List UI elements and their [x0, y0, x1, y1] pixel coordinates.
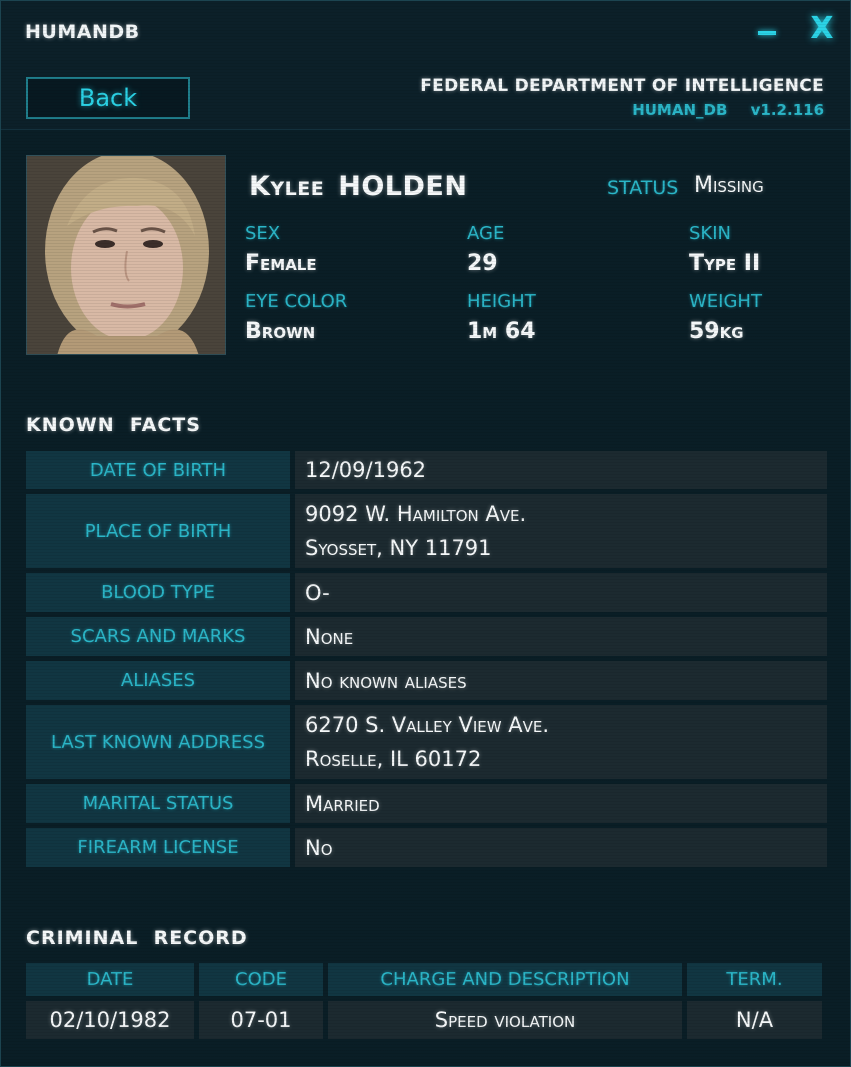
fact-value: 6270 S. Valley View Ave. Roselle, IL 601…: [295, 705, 827, 779]
fact-key: ALIASES: [26, 661, 290, 700]
fact-value: 12/09/1962: [295, 451, 827, 489]
db-name: HUMAN_DB: [632, 101, 728, 119]
fact-value-line: 6270 S. Valley View Ave.: [305, 713, 550, 737]
table-row: 02/10/1982 07-01 Speed violation N/A: [26, 1001, 827, 1039]
fact-value: No known aliases: [295, 661, 827, 700]
column-header-date: DATE: [26, 963, 194, 996]
record-date: 02/10/1982: [26, 1001, 194, 1039]
fact-value-line: Syosset, NY 11791: [305, 536, 492, 560]
weight-label: WEIGHT: [689, 291, 762, 312]
fact-value: O-: [295, 573, 827, 612]
column-header-term: TERM.: [687, 963, 822, 996]
fact-row: SCARS AND MARKS None: [26, 617, 827, 656]
fact-value-line: O-: [305, 580, 330, 605]
sex-label: SEX: [245, 223, 281, 244]
fact-row: LAST KNOWN ADDRESS 6270 S. Valley View A…: [26, 705, 827, 779]
skin-value: Type II: [689, 251, 761, 276]
fact-value-line: None: [305, 624, 354, 649]
column-header-code: CODE: [199, 963, 323, 996]
fact-row: PLACE OF BIRTH 9092 W. Hamilton Ave. Syo…: [26, 494, 827, 568]
person-name: Kylee HOLDEN: [249, 171, 467, 202]
fact-value: Married: [295, 784, 827, 823]
close-icon[interactable]: X: [807, 11, 837, 47]
back-button[interactable]: Back: [26, 77, 190, 119]
fact-value-line: 9092 W. Hamilton Ave.: [305, 502, 527, 526]
column-header-charge: CHARGE AND DESCRIPTION: [328, 963, 682, 996]
fact-row: MARITAL STATUS Married: [26, 784, 827, 823]
fact-value: 9092 W. Hamilton Ave. Syosset, NY 11791: [295, 494, 827, 568]
minimize-icon[interactable]: [756, 16, 778, 46]
fact-value-line: Married: [305, 791, 380, 816]
fact-value-line: No known aliases: [305, 668, 467, 693]
fact-row: BLOOD TYPE O-: [26, 573, 827, 612]
fact-value-line: 12/09/1962: [305, 458, 427, 482]
known-facts-table: DATE OF BIRTH 12/09/1962 PLACE OF BIRTH …: [26, 451, 827, 872]
fact-key: PLACE OF BIRTH: [26, 494, 290, 568]
known-facts-title: KNOWN FACTS: [26, 414, 201, 436]
status-label: STATUS: [607, 177, 679, 199]
humandb-window: HUMANDB X Back FEDERAL DEPARTMENT OF INT…: [0, 0, 851, 1067]
age-value: 29: [467, 251, 498, 276]
fact-key: MARITAL STATUS: [26, 784, 290, 823]
age-label: AGE: [467, 223, 505, 244]
record-charge: Speed violation: [328, 1001, 682, 1039]
record-code: 07-01: [199, 1001, 323, 1039]
fact-row: FIREARM LICENSE No: [26, 828, 827, 867]
fact-key: FIREARM LICENSE: [26, 828, 290, 867]
fact-row: DATE OF BIRTH 12/09/1962: [26, 451, 827, 489]
skin-label: SKIN: [689, 223, 732, 244]
eye-color-value: Brown: [245, 319, 316, 344]
table-header-row: DATE CODE CHARGE AND DESCRIPTION TERM.: [26, 963, 827, 996]
title-bar: HUMANDB X Back FEDERAL DEPARTMENT OF INT…: [1, 1, 850, 130]
profile-photo: [26, 155, 226, 355]
criminal-record-title: CRIMINAL RECORD: [26, 927, 248, 949]
fact-value: No: [295, 828, 827, 867]
fact-key: SCARS AND MARKS: [26, 617, 290, 656]
height-label: HEIGHT: [467, 291, 536, 312]
last-name: HOLDEN: [338, 171, 468, 202]
fact-key: LAST KNOWN ADDRESS: [26, 705, 290, 779]
fact-key: DATE OF BIRTH: [26, 451, 290, 489]
fact-value-line: No: [305, 835, 333, 860]
fact-row: ALIASES No known aliases: [26, 661, 827, 700]
criminal-record-table: DATE CODE CHARGE AND DESCRIPTION TERM. 0…: [26, 963, 827, 1044]
record-term: N/A: [687, 1001, 822, 1039]
first-name: Kylee: [249, 171, 325, 202]
app-title: HUMANDB: [25, 21, 140, 43]
fact-value: None: [295, 617, 827, 656]
weight-value: 59kg: [689, 319, 744, 344]
agency-name: FEDERAL DEPARTMENT OF INTELLIGENCE: [420, 76, 824, 96]
fact-value-line: Roselle, IL 60172: [305, 747, 482, 771]
db-version: v1.2.116: [750, 101, 824, 119]
eye-color-label: EYE COLOR: [245, 291, 348, 312]
status-value: Missing: [694, 173, 764, 198]
db-info: HUMAN_DB v1.2.116: [632, 101, 824, 119]
fact-key: BLOOD TYPE: [26, 573, 290, 612]
sex-value: Female: [245, 251, 317, 276]
height-value: 1m 64: [467, 319, 536, 344]
